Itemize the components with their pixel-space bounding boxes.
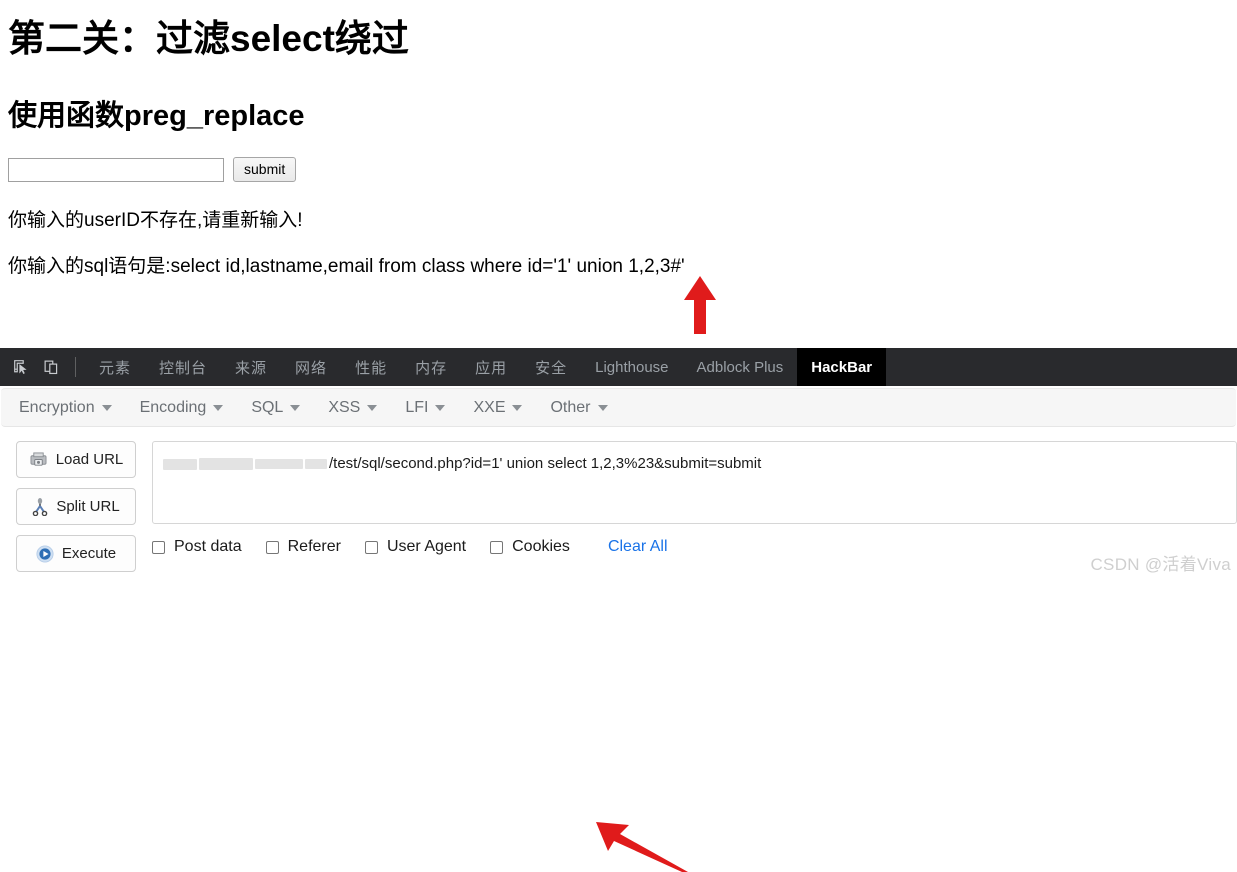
- button-label: Load URL: [55, 451, 124, 468]
- option-referer[interactable]: Referer: [265, 538, 341, 556]
- redacted-block: [305, 459, 327, 470]
- submit-button[interactable]: submit: [233, 157, 297, 182]
- hackbar-menu-xss[interactable]: XSS: [328, 398, 378, 417]
- menu-label: XSS: [328, 398, 361, 416]
- devtools-tab[interactable]: 应用: [461, 348, 521, 386]
- option-label: Post data: [174, 538, 242, 555]
- devtools-tabbar: 元素 控制台 来源 网络 性能 内存 应用 安全 Lighthouse Adblock Plus H…: [0, 348, 1237, 386]
- button-label: Split URL: [56, 498, 120, 515]
- toolbar-divider: [75, 357, 76, 377]
- hackbar-menu-encryption[interactable]: Encryption: [19, 399, 112, 417]
- page-subtitle: 使用函数preg_replace: [8, 100, 305, 132]
- redacted-block: [255, 459, 303, 470]
- result-message: 你输入的userID不存在,请重新输入!: [8, 210, 303, 231]
- devtools-panel: 元素 控制台 来源 网络 性能 内存 应用 安全 Lighthouse Adblock Plus H…: [0, 348, 1237, 872]
- execute-icon: [36, 544, 54, 563]
- option-user-agent[interactable]: User Agent: [364, 538, 467, 556]
- option-cookies[interactable]: Cookies: [490, 538, 570, 556]
- devtools-tab[interactable]: HackBar: [797, 348, 887, 386]
- hackbar-menubar: Encryption Encoding SQL XSS LFI XXE Other: [1, 388, 1236, 427]
- hackbar-menu-sql[interactable]: SQL: [251, 398, 301, 417]
- devtools-tab[interactable]: 安全: [521, 348, 581, 386]
- chevron-down-icon: [101, 404, 112, 411]
- hackbar-menu-xxe[interactable]: XXE: [473, 398, 523, 417]
- devtools-tab[interactable]: 网络: [281, 348, 341, 386]
- hackbar-menu-other[interactable]: Other: [550, 398, 608, 417]
- chevron-down-icon: [213, 404, 224, 411]
- url-value: /test/sql/second.php?id=1' union select …: [329, 455, 762, 472]
- hackbar-menu-encoding[interactable]: Encoding: [140, 399, 224, 417]
- chevron-down-icon: [597, 404, 608, 411]
- clear-all-link[interactable]: Clear All: [608, 538, 668, 556]
- execute-button[interactable]: Execute: [16, 535, 136, 572]
- menu-label: Encoding: [139, 398, 207, 416]
- devtools-tab[interactable]: 内存: [401, 348, 461, 386]
- hackbar-panel: Encryption Encoding SQL XSS LFI XXE Other Load…: [0, 388, 1237, 581]
- hackbar-action-buttons: Load URL Split URL Execute: [0, 433, 152, 582]
- devtools-tab[interactable]: 元素: [85, 348, 145, 386]
- split-url-button[interactable]: Split URL: [16, 488, 136, 525]
- load-url-button[interactable]: Load URL: [16, 441, 136, 478]
- annotation-arrow-diagonal: [596, 822, 688, 872]
- checkbox[interactable]: [364, 540, 378, 554]
- checkbox[interactable]: [265, 540, 279, 554]
- menu-label: Encryption: [19, 398, 95, 416]
- checkbox[interactable]: [490, 540, 504, 554]
- user-id-input[interactable]: [8, 157, 224, 182]
- web-page-content: 第二关：过滤select绕过 使用函数preg_replace submit 你…: [0, 0, 1237, 348]
- redacted-block: [163, 458, 197, 470]
- url-textarea[interactable]: /test/sql/second.php?id=1' union select …: [152, 441, 1237, 524]
- menu-label: SQL: [251, 398, 284, 416]
- page-title: 第二关：过滤select绕过: [8, 18, 409, 59]
- hackbar-options-row: Post data Referer User Agent Cookies Clear A…: [152, 538, 1237, 556]
- option-label: Cookies: [512, 538, 570, 555]
- chevron-down-icon: [367, 404, 378, 411]
- option-label: User Agent: [386, 538, 467, 555]
- devtools-tab[interactable]: 来源: [221, 348, 281, 386]
- sql-statement-output: 你输入的sql语句是:select id,lastname,email from…: [8, 256, 685, 277]
- devtools-tab[interactable]: 控制台: [145, 348, 221, 386]
- user-id-form: submit: [8, 157, 297, 182]
- load-url-icon: [29, 451, 48, 468]
- hackbar-url-section: /test/sql/second.php?id=1' union select …: [152, 433, 1237, 582]
- devtools-tab[interactable]: Adblock Plus: [683, 348, 798, 386]
- option-label: Referer: [287, 538, 341, 555]
- devtools-tab[interactable]: Lighthouse: [581, 348, 682, 386]
- chevron-down-icon: [512, 404, 523, 411]
- split-url-icon: [32, 497, 48, 516]
- annotation-arrow-up: [684, 276, 716, 334]
- devtools-tab[interactable]: 性能: [341, 348, 401, 386]
- menu-label: Other: [550, 398, 591, 416]
- chevron-down-icon: [435, 404, 446, 411]
- device-toolbar-icon[interactable]: [36, 348, 66, 386]
- menu-label: LFI: [405, 398, 429, 416]
- button-label: Execute: [61, 545, 117, 562]
- redacted-block: [199, 458, 253, 471]
- chevron-down-icon: [290, 404, 301, 411]
- url-text-line: /test/sql/second.php?id=1' union select …: [163, 455, 761, 472]
- checkbox[interactable]: [152, 540, 165, 554]
- menu-label: XXE: [473, 398, 506, 416]
- inspect-element-icon[interactable]: [6, 348, 36, 386]
- watermark: CSDN @活着Viva: [1090, 555, 1231, 574]
- option-post-data[interactable]: Post data: [152, 538, 242, 556]
- hackbar-body: Load URL Split URL Execute /test/sql/secon…: [0, 433, 1237, 582]
- hackbar-menu-lfi[interactable]: LFI: [405, 398, 446, 417]
